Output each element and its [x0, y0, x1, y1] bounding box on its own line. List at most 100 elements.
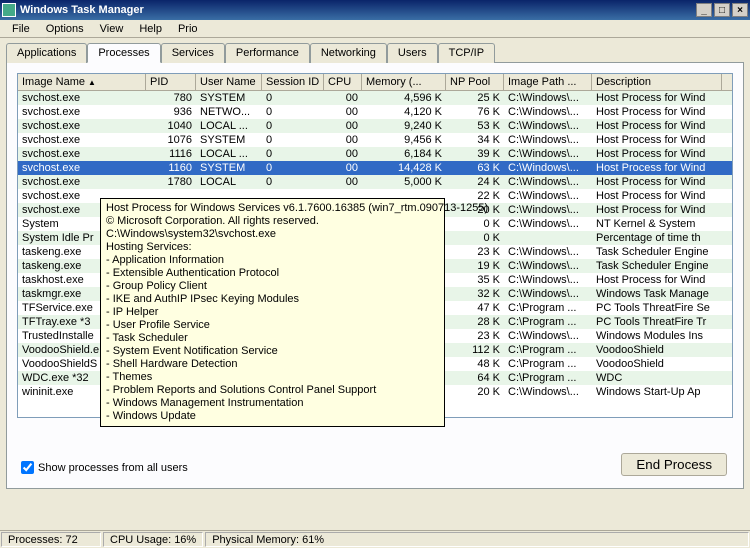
menu-file[interactable]: File [4, 21, 38, 37]
cell: C:\Windows\... [504, 91, 592, 105]
cell: Host Process for Wind [592, 189, 722, 203]
table-row[interactable]: svchost.exe936NETWO...0004,120 K76 KC:\W… [18, 105, 732, 119]
cell: Host Process for Wind [592, 273, 722, 287]
cell: C:\Windows\... [504, 203, 592, 217]
cell: LOCAL ... [196, 119, 262, 133]
cell: Windows Start-Up Ap [592, 385, 722, 399]
cell: 63 K [446, 161, 504, 175]
cell: svchost.exe [18, 105, 146, 119]
cell: 1160 [146, 161, 196, 175]
menu-prio[interactable]: Prio [170, 21, 206, 37]
cell: 35 K [446, 273, 504, 287]
cell: C:\Windows\... [504, 259, 592, 273]
cell: 4,120 K [362, 105, 446, 119]
tab-networking[interactable]: Networking [310, 43, 387, 63]
col-session[interactable]: Session ID [262, 74, 324, 90]
tooltip-line: - Group Policy Client [106, 280, 439, 293]
tooltip-line: - IP Helper [106, 306, 439, 319]
menu-options[interactable]: Options [38, 21, 92, 37]
cell: C:\Windows\... [504, 189, 592, 203]
table-row[interactable]: svchost.exe1040LOCAL ...0009,240 K53 KC:… [18, 119, 732, 133]
cell: WDC [592, 371, 722, 385]
titlebar[interactable]: Windows Task Manager _ □ × [0, 0, 750, 20]
menubar: File Options View Help Prio [0, 20, 750, 38]
tooltip-line: - Extensible Authentication Protocol [106, 267, 439, 280]
cell: Windows Task Manage [592, 287, 722, 301]
minimize-button[interactable]: _ [696, 3, 712, 17]
tab-tcpip[interactable]: TCP/IP [438, 43, 495, 63]
cell: 00 [324, 133, 362, 147]
cell: Task Scheduler Engine [592, 245, 722, 259]
table-row[interactable]: svchost.exe1780LOCAL0005,000 K24 KC:\Win… [18, 175, 732, 189]
cell: 00 [324, 147, 362, 161]
status-cpu: CPU Usage: 16% [103, 532, 203, 547]
table-row[interactable]: svchost.exe1160SYSTEM00014,428 K63 KC:\W… [18, 161, 732, 175]
tab-services[interactable]: Services [161, 43, 225, 63]
tooltip-line: - Application Information [106, 254, 439, 267]
cell: 780 [146, 91, 196, 105]
tab-strip: Applications Processes Services Performa… [6, 42, 744, 63]
cell: 0 [262, 161, 324, 175]
cell: VoodooShield [592, 343, 722, 357]
cell: 0 [262, 91, 324, 105]
cell: 5,000 K [362, 175, 446, 189]
cell: 9,456 K [362, 133, 446, 147]
table-row[interactable]: svchost.exe1076SYSTEM0009,456 K34 KC:\Wi… [18, 133, 732, 147]
cell: 25 K [446, 91, 504, 105]
end-process-button[interactable]: End Process [621, 453, 727, 476]
cell: svchost.exe [18, 147, 146, 161]
cell: 1040 [146, 119, 196, 133]
tooltip-line: - Themes [106, 371, 439, 384]
table-row[interactable]: svchost.exe780SYSTEM0004,596 K25 KC:\Win… [18, 91, 732, 105]
tab-processes[interactable]: Processes [87, 43, 160, 63]
col-nppool[interactable]: NP Pool [446, 74, 504, 90]
col-pid[interactable]: PID [146, 74, 196, 90]
tooltip-line: Host Process for Windows Services v6.1.7… [106, 202, 439, 215]
col-cpu[interactable]: CPU [324, 74, 362, 90]
cell: 28 K [446, 315, 504, 329]
cell: C:\Windows\... [504, 119, 592, 133]
col-path[interactable]: Image Path ... [504, 74, 592, 90]
tab-performance[interactable]: Performance [225, 43, 310, 63]
menu-help[interactable]: Help [131, 21, 170, 37]
cell: Percentage of time th [592, 231, 722, 245]
col-desc[interactable]: Description [592, 74, 722, 90]
tooltip-line: - Problem Reports and Solutions Control … [106, 384, 439, 397]
cell: 0 [262, 119, 324, 133]
tooltip-line: - User Profile Service [106, 319, 439, 332]
col-memory[interactable]: Memory (... [362, 74, 446, 90]
tooltip-line: C:\Windows\system32\svchost.exe [106, 228, 439, 241]
menu-view[interactable]: View [92, 21, 132, 37]
col-user[interactable]: User Name [196, 74, 262, 90]
cell: C:\Windows\... [504, 245, 592, 259]
cell: C:\Windows\... [504, 385, 592, 399]
cell [504, 231, 592, 245]
cell: C:\Windows\... [504, 217, 592, 231]
tab-users[interactable]: Users [387, 43, 438, 63]
col-image-name[interactable]: Image Name▲ [18, 74, 146, 90]
cell: 0 [262, 133, 324, 147]
cell: 112 K [446, 343, 504, 357]
cell: 0 K [446, 217, 504, 231]
cell: 24 K [446, 175, 504, 189]
cell: LOCAL ... [196, 147, 262, 161]
tooltip-line: - Shell Hardware Detection [106, 358, 439, 371]
show-all-checkbox[interactable] [21, 461, 34, 474]
cell: 6,184 K [362, 147, 446, 161]
tab-applications[interactable]: Applications [6, 43, 87, 63]
table-row[interactable]: svchost.exe1116LOCAL ...0006,184 K39 KC:… [18, 147, 732, 161]
cell: svchost.exe [18, 161, 146, 175]
cell: 14,428 K [362, 161, 446, 175]
tooltip-line: - IKE and AuthIP IPsec Keying Modules [106, 293, 439, 306]
cell: Host Process for Wind [592, 91, 722, 105]
cell: Host Process for Wind [592, 105, 722, 119]
cell: Host Process for Wind [592, 203, 722, 217]
cell: C:\Windows\... [504, 133, 592, 147]
maximize-button[interactable]: □ [714, 3, 730, 17]
close-button[interactable]: × [732, 3, 748, 17]
show-all-row: Show processes from all users [21, 461, 188, 474]
cell: SYSTEM [196, 91, 262, 105]
cell: 936 [146, 105, 196, 119]
cell: C:\Program ... [504, 315, 592, 329]
cell: 47 K [446, 301, 504, 315]
